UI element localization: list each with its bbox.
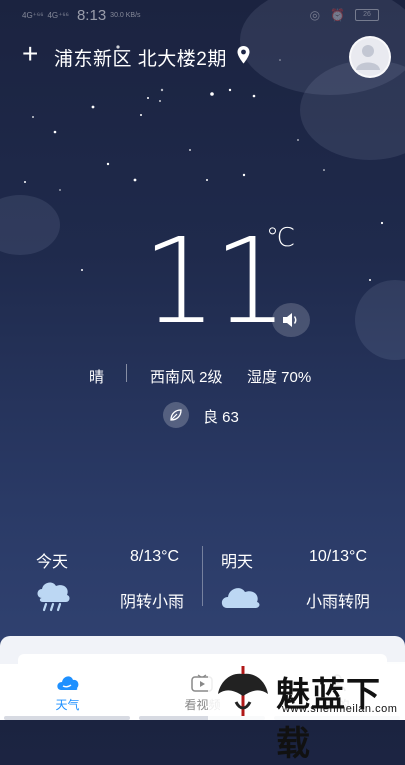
temperature-unit: ℃ <box>266 222 296 252</box>
nav-indicator <box>4 716 130 720</box>
current-temperature: 11 <box>142 212 288 350</box>
weather-condition: 晴 <box>89 369 105 386</box>
user-icon <box>356 45 380 70</box>
watermark-logo-icon <box>218 666 268 716</box>
battery-icon: 26 <box>355 9 379 21</box>
cloud-icon <box>221 588 260 608</box>
watermark-url: www.shenmeilan.com <box>282 703 398 715</box>
humidity-info: 湿度 70% <box>247 369 312 386</box>
speaker-icon <box>283 313 297 327</box>
signal-indicator-2: 4G⁺⁶⁶ <box>47 10 69 20</box>
status-time: 8:13 <box>76 7 107 24</box>
top-bar: + 浦东新区 北大楼2期 <box>0 38 405 74</box>
voice-broadcast-button[interactable] <box>272 303 310 337</box>
weather-icon <box>57 676 79 690</box>
signal-indicator-1: 4G⁺⁶⁶ <box>22 10 44 20</box>
nav-label: 天气 <box>55 698 80 712</box>
forecast-day: 今天 <box>36 554 69 571</box>
divider <box>126 364 127 382</box>
avatar[interactable] <box>349 36 391 78</box>
forecast-range: 10/13°C <box>309 548 367 565</box>
rain-cloud-icon <box>37 582 70 612</box>
starfield <box>0 0 405 360</box>
location-title[interactable]: 浦东新区 北大楼2期 <box>54 44 227 71</box>
alarm-icon: ⏰ <box>330 8 345 22</box>
forecast-day: 明天 <box>221 554 254 571</box>
location-pin-icon[interactable] <box>236 45 251 65</box>
aqi-leaf-icon[interactable] <box>163 402 189 428</box>
forecast-range: 8/13°C <box>130 548 180 565</box>
location-status-icon: ◎ <box>309 8 321 22</box>
forecast-divider <box>202 546 203 606</box>
forecast-desc: 阴转小雨 <box>120 594 185 611</box>
forecast-desc: 小雨转阴 <box>306 594 371 611</box>
add-city-button[interactable]: + <box>22 40 38 68</box>
watermark-text: 魅蓝下载 <box>276 675 381 764</box>
status-bar: 4G⁺⁶⁶ 4G⁺⁶⁶ 8:13 30.0 KB/s ◎ ⏰ 26 <box>0 0 405 32</box>
air-quality[interactable]: 良 63 <box>203 406 239 427</box>
network-speed: 30.0 KB/s <box>110 12 141 19</box>
nav-weather[interactable]: 天气 <box>0 666 135 720</box>
wind-info: 西南风 2级 <box>150 369 223 386</box>
